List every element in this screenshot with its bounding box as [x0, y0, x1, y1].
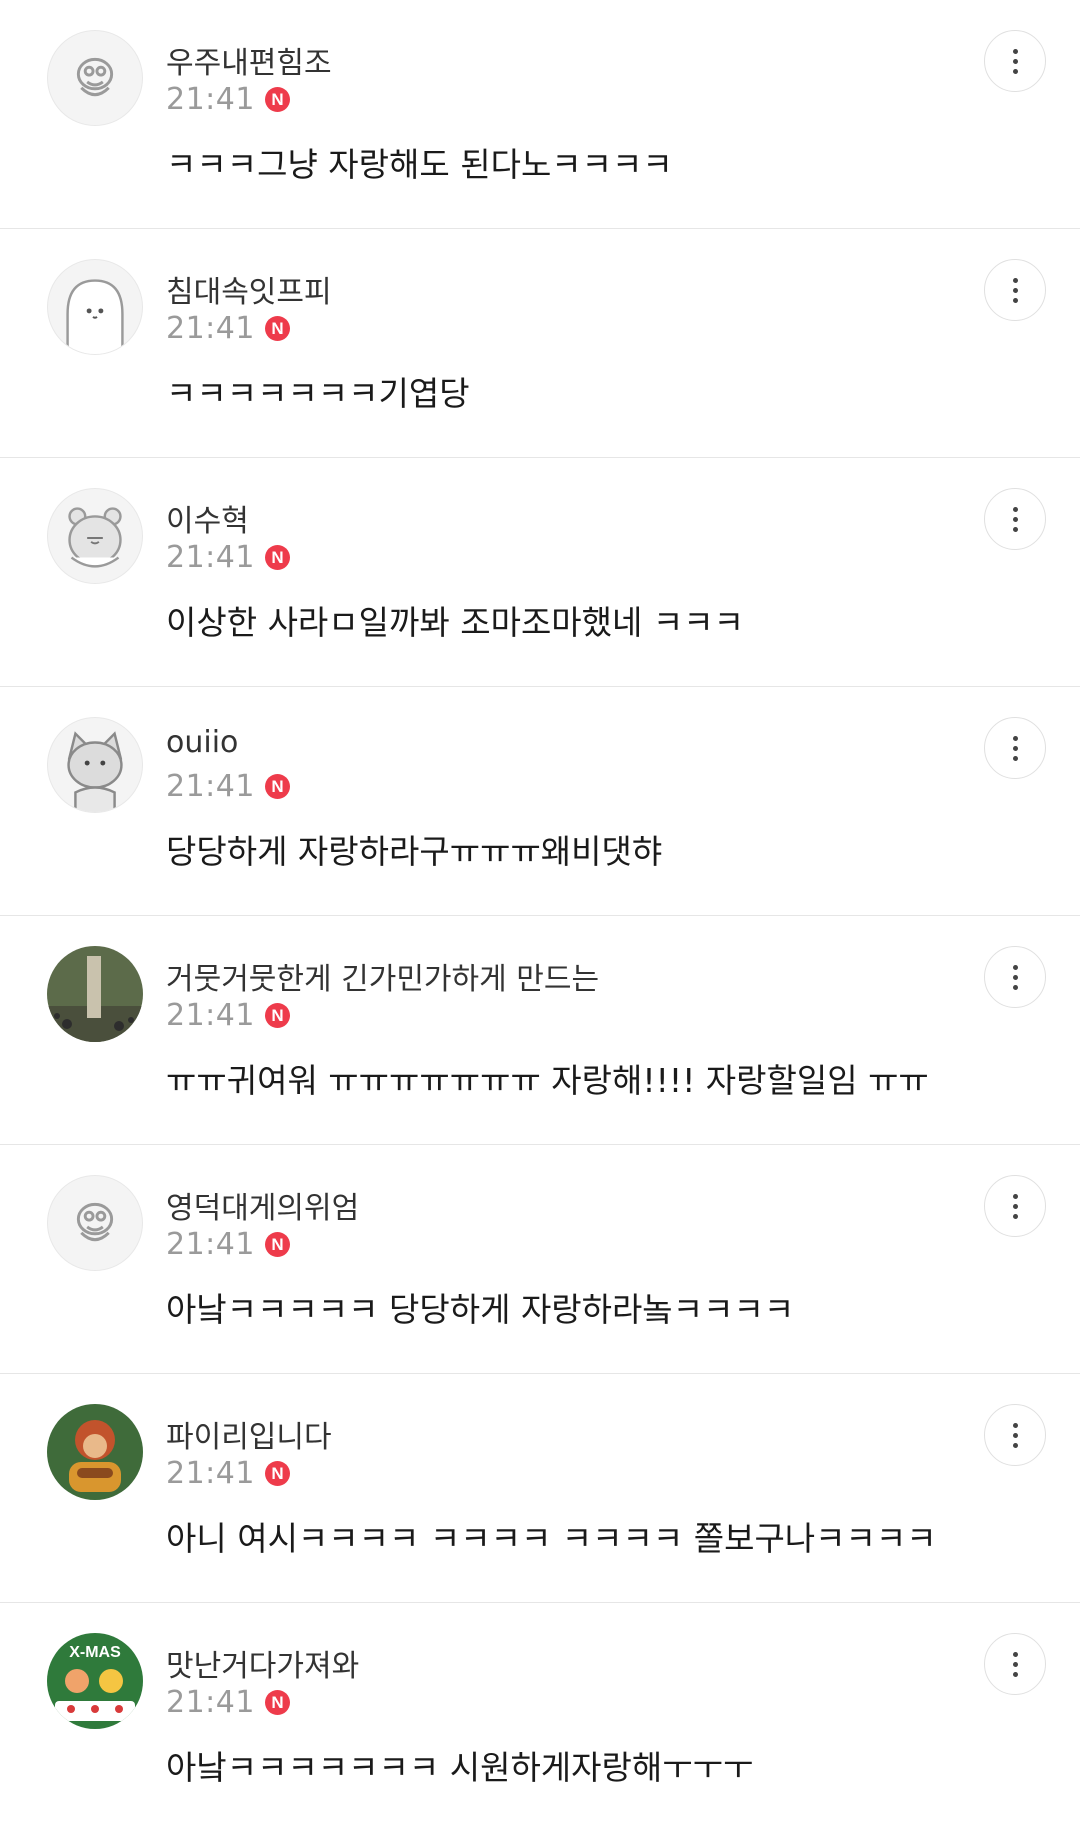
xmas-avatar-icon[interactable]: X-MAS: [47, 1633, 143, 1729]
comment-author[interactable]: 침대속잇프피: [166, 267, 332, 311]
more-vertical-icon[interactable]: [984, 488, 1046, 550]
comment-author[interactable]: 우주내편힘조: [166, 38, 332, 82]
comment-item: 우주내편힘조 21:41 N ㅋㅋㅋ그냥 자랑해도 된다노ㅋㅋㅋㅋ: [0, 0, 1080, 229]
comment-list: 우주내편힘조 21:41 N ㅋㅋㅋ그냥 자랑해도 된다노ㅋㅋㅋㅋ 침대속잇프피…: [0, 0, 1080, 1832]
comment-time: 21:41: [166, 1227, 255, 1262]
comment-item: 파이리입니다 21:41 N 아니 여시ㅋㅋㅋㅋ ㅋㅋㅋㅋ ㅋㅋㅋㅋ 쫄보구나ㅋ…: [0, 1374, 1080, 1603]
comment-author[interactable]: 영덕대게의위엄: [166, 1183, 359, 1227]
new-badge: N: [264, 1232, 290, 1257]
new-badge: N: [264, 545, 290, 570]
more-vertical-icon[interactable]: [984, 259, 1046, 321]
comment-meta: 21:41 N: [166, 540, 290, 575]
comment-meta: 21:41 N: [166, 82, 290, 117]
comment-time: 21:41: [166, 82, 255, 117]
comment-author[interactable]: 파이리입니다: [166, 1412, 332, 1456]
comment-meta: 21:41 N: [166, 1227, 290, 1262]
new-badge: N: [264, 1003, 290, 1028]
comment-time: 21:41: [166, 998, 255, 1033]
more-vertical-icon[interactable]: [984, 717, 1046, 779]
comment-text: ㅋㅋㅋ그냥 자랑해도 된다노ㅋㅋㅋㅋ: [166, 145, 673, 184]
xmas-text: X-MAS: [69, 1644, 121, 1661]
new-badge: N: [264, 87, 290, 112]
comment-text: ㅠㅠ귀여워 ㅠㅠㅠㅠㅠㅠㅠ 자랑해!!!! 자랑할일임 ㅠㅠ: [166, 1061, 929, 1100]
comment-time: 21:41: [166, 540, 255, 575]
comment-time: 21:41: [166, 769, 255, 804]
cat-avatar-icon[interactable]: [47, 717, 143, 813]
more-vertical-icon[interactable]: [984, 1633, 1046, 1695]
comment-text: 당당하게 자랑하라구ㅠㅠㅠ왜비댓햐: [166, 832, 663, 871]
comment-author[interactable]: ouiio: [166, 725, 238, 760]
more-vertical-icon[interactable]: [984, 946, 1046, 1008]
new-badge: N: [264, 774, 290, 799]
comment-item: X-MAS 맛난거다가져와 21:41 N 아낰ㅋㅋㅋㅋㅋㅋㅋ 시원하게자랑해ㅜ…: [0, 1603, 1080, 1832]
character-avatar-icon[interactable]: [47, 1404, 143, 1500]
seal-character-avatar-icon[interactable]: [47, 259, 143, 355]
duck-avatar-icon[interactable]: [47, 30, 143, 126]
comment-meta: 21:41 N: [166, 998, 290, 1033]
comment-meta: 21:41 N: [166, 769, 290, 804]
comment-author[interactable]: 거뭇거뭇한게 긴가민가하게 만드는: [166, 954, 599, 998]
comment-item: 이수혁 21:41 N 이상한 사라ㅁ일까봐 조마조마했네 ㅋㅋㅋ: [0, 458, 1080, 687]
bear-avatar-icon[interactable]: [47, 488, 143, 584]
comment-item: 영덕대게의위엄 21:41 N 아낰ㅋㅋㅋㅋㅋ 당당하게 자랑하라놐ㅋㅋㅋㅋ: [0, 1145, 1080, 1374]
comment-author[interactable]: 이수혁: [166, 496, 249, 540]
comment-time: 21:41: [166, 311, 255, 346]
photo-avatar-icon[interactable]: [47, 946, 143, 1042]
comment-meta: 21:41 N: [166, 1685, 290, 1720]
new-badge: N: [264, 1461, 290, 1486]
comment-text: 아낰ㅋㅋㅋㅋㅋㅋㅋ 시원하게자랑해ㅜㅜㅜ: [166, 1748, 754, 1787]
more-vertical-icon[interactable]: [984, 1404, 1046, 1466]
comment-text: 아니 여시ㅋㅋㅋㅋ ㅋㅋㅋㅋ ㅋㅋㅋㅋ 쫄보구나ㅋㅋㅋㅋ: [166, 1519, 937, 1558]
more-vertical-icon[interactable]: [984, 1175, 1046, 1237]
duck-avatar-icon[interactable]: [47, 1175, 143, 1271]
comment-time: 21:41: [166, 1456, 255, 1491]
comment-meta: 21:41 N: [166, 311, 290, 346]
comment-item: ouiio 21:41 N 당당하게 자랑하라구ㅠㅠㅠ왜비댓햐: [0, 687, 1080, 916]
comment-meta: 21:41 N: [166, 1456, 290, 1491]
comment-time: 21:41: [166, 1685, 255, 1720]
comment-author[interactable]: 맛난거다가져와: [166, 1641, 359, 1685]
comment-text: 이상한 사라ㅁ일까봐 조마조마했네 ㅋㅋㅋ: [166, 603, 744, 642]
comment-item: 거뭇거뭇한게 긴가민가하게 만드는 21:41 N ㅠㅠ귀여워 ㅠㅠㅠㅠㅠㅠㅠ …: [0, 916, 1080, 1145]
more-vertical-icon[interactable]: [984, 30, 1046, 92]
new-badge: N: [264, 316, 290, 341]
new-badge: N: [264, 1690, 290, 1715]
comment-text: 아낰ㅋㅋㅋㅋㅋ 당당하게 자랑하라놐ㅋㅋㅋㅋ: [166, 1290, 795, 1329]
comment-item: 침대속잇프피 21:41 N ㅋㅋㅋㅋㅋㅋㅋ기엽당: [0, 229, 1080, 458]
comment-text: ㅋㅋㅋㅋㅋㅋㅋ기엽당: [166, 374, 470, 413]
